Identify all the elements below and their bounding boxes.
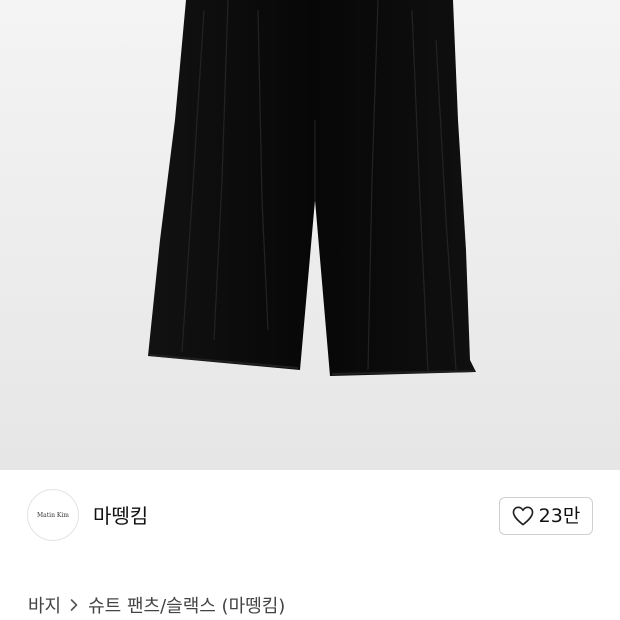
matin-kim-logo: Matin Kim xyxy=(37,512,69,519)
heart-icon xyxy=(512,506,534,526)
chevron-right-icon xyxy=(69,598,79,612)
breadcrumb-item-pants[interactable]: 바지 xyxy=(28,592,61,618)
brand-logo-text: Matin Kim xyxy=(37,512,69,519)
product-image[interactable] xyxy=(0,0,620,470)
breadcrumb: 바지 슈트 팬츠/슬랙스 (마뗑킴) xyxy=(28,591,285,619)
breadcrumb-item-slacks[interactable]: 슈트 팬츠/슬랙스 (마뗑킴) xyxy=(88,592,285,618)
like-count: 23만 xyxy=(538,505,581,527)
like-button[interactable]: 23만 xyxy=(499,497,593,535)
pants-illustration xyxy=(0,0,620,470)
brand-logo[interactable]: Matin Kim xyxy=(27,489,79,541)
brand-name[interactable]: 마뗑킴 xyxy=(93,502,148,530)
